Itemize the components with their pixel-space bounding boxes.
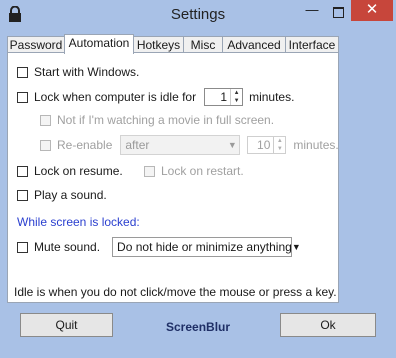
not-movie-checkbox[interactable] [40, 114, 51, 126]
title-bar[interactable]: Settings — ✕ [0, 0, 396, 30]
automation-panel: Start with Windows. Lock when computer i… [7, 52, 339, 303]
lock-idle-checkbox[interactable] [17, 91, 28, 103]
idle-minutes-unit: minutes. [249, 90, 295, 104]
spin-down-icon[interactable]: ▼ [231, 97, 242, 105]
reenable-minutes-stepper[interactable]: 10 ▲ ▼ [247, 136, 287, 154]
not-movie-label: Not if I'm watching a movie in full scre… [57, 113, 275, 127]
reenable-minutes-unit: minutes. [293, 138, 339, 152]
spin-up-icon[interactable]: ▲ [274, 137, 285, 145]
play-sound-row[interactable]: Play a sound. [17, 188, 107, 202]
reenable-select-value: after [125, 138, 150, 152]
lock-on-resume-checkbox[interactable] [17, 165, 28, 177]
lock-on-resume-row[interactable]: Lock on resume. [17, 164, 123, 178]
tab-misc[interactable]: Misc [183, 36, 223, 53]
start-with-windows-row[interactable]: Start with Windows. [17, 65, 139, 79]
not-movie-row: Not if I'm watching a movie in full scre… [40, 113, 274, 127]
reenable-select[interactable]: after ▼ [120, 135, 241, 155]
maximize-icon [332, 7, 344, 18]
lock-on-restart-checkbox[interactable] [144, 165, 155, 177]
mute-sound-label: Mute sound. [34, 240, 101, 254]
lock-on-restart-label: Lock on restart. [161, 164, 244, 178]
settings-window: Settings — ✕ Password Automation Hotkeys… [0, 0, 396, 358]
reenable-row: Re-enable after ▼ 10 ▲ ▼ minutes. [40, 135, 339, 155]
maximize-button[interactable] [325, 3, 351, 21]
brand-label: ScreenBlur [166, 320, 231, 334]
minimize-button[interactable]: — [299, 3, 325, 21]
play-sound-label: Play a sound. [34, 188, 107, 202]
ok-button[interactable]: Ok [280, 313, 376, 337]
close-button[interactable]: ✕ [351, 0, 393, 21]
reenable-checkbox[interactable] [40, 139, 51, 151]
idle-minutes-value[interactable]: 1 [205, 90, 230, 104]
start-with-windows-label: Start with Windows. [34, 65, 140, 79]
start-with-windows-checkbox[interactable] [17, 66, 28, 78]
while-locked-heading: While screen is locked: [17, 215, 140, 229]
lock-on-resume-label: Lock on resume. [34, 164, 123, 178]
tab-password[interactable]: Password [7, 36, 65, 53]
chevron-down-icon: ▼ [291, 242, 301, 252]
mute-sound-checkbox[interactable] [17, 241, 28, 253]
play-sound-checkbox[interactable] [17, 189, 28, 201]
lock-idle-row: Lock when computer is idle for 1 ▲ ▼ minu… [17, 88, 294, 106]
chevron-down-icon: ▼ [227, 140, 237, 150]
tab-interface[interactable]: Interface [285, 36, 339, 53]
reenable-label: Re-enable [57, 138, 113, 152]
tab-advanced[interactable]: Advanced [222, 36, 286, 53]
hide-behavior-value: Do not hide or minimize anything [117, 240, 292, 254]
mute-sound-row: Mute sound. Do not hide or minimize anyt… [17, 237, 301, 257]
quit-button[interactable]: Quit [20, 313, 113, 337]
tab-automation[interactable]: Automation [64, 34, 134, 54]
tab-hotkeys[interactable]: Hotkeys [133, 36, 184, 53]
hide-behavior-select[interactable]: Do not hide or minimize anything ▼ [112, 237, 301, 257]
reenable-minutes-value[interactable]: 10 [248, 138, 273, 152]
idle-note: Idle is when you do not click/move the m… [14, 285, 337, 299]
idle-minutes-stepper[interactable]: 1 ▲ ▼ [204, 88, 244, 106]
lock-on-restart-row: Lock on restart. [144, 164, 244, 178]
spin-up-icon[interactable]: ▲ [231, 89, 242, 97]
lock-idle-label: Lock when computer is idle for [34, 90, 197, 104]
spin-down-icon[interactable]: ▼ [274, 145, 285, 153]
